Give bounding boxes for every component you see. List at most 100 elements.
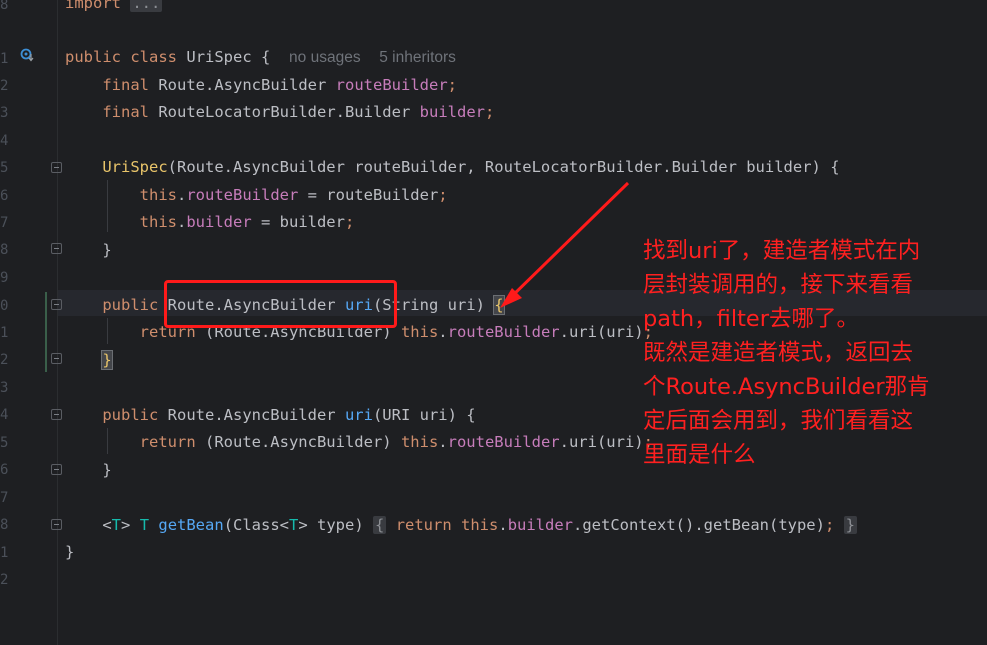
fold-toggle-icon[interactable] (51, 162, 62, 173)
code-line[interactable]: public class UriSpec { no usages 5 inher… (65, 44, 456, 70)
field-name: routeBuilder (447, 323, 560, 341)
field-name: routeBuilder (335, 76, 448, 94)
code-line[interactable]: this.routeBuilder = routeBuilder; (65, 182, 448, 208)
dot: . (176, 213, 187, 231)
code-line[interactable]: } (65, 237, 112, 263)
class-name: UriSpec (186, 48, 252, 66)
code-line[interactable]: final RouteLocatorBuilder.Builder builde… (65, 99, 494, 125)
keyword: return (386, 516, 462, 534)
type: Route.AsyncBuilder (158, 406, 345, 424)
fold-toggle-icon[interactable] (51, 409, 62, 420)
code-line[interactable]: return (Route.AsyncBuilder) this.routeBu… (65, 429, 653, 455)
parameters: (Route.AsyncBuilder routeBuilder, RouteL… (167, 158, 840, 176)
line-number: 2 (0, 352, 9, 368)
field-name: routeBuilder (447, 433, 560, 451)
line-number: 7 (0, 215, 9, 231)
cast: (Route.AsyncBuilder) (195, 433, 401, 451)
parameters: (URI uri) { (372, 406, 476, 424)
line-number: 3 (0, 380, 9, 396)
code-line[interactable]: <T> T getBean(Class<T> type) { return th… (65, 512, 858, 538)
line-number: 9 (0, 270, 9, 286)
folded-brace[interactable]: { (373, 516, 387, 534)
code-line[interactable]: } (65, 539, 74, 565)
line-number: 0 (0, 298, 9, 314)
line-number: 6 (0, 188, 9, 204)
field-name: builder (186, 213, 252, 231)
line-number: 8 (0, 242, 9, 258)
semicolon: ; (438, 186, 448, 204)
keyword: public (102, 296, 159, 314)
method-call: .getContext().getBean(type) (573, 516, 825, 534)
brace: } (65, 543, 75, 561)
keyword: class (130, 48, 178, 66)
semicolon: ; (824, 516, 835, 534)
code-line[interactable]: UriSpec(Route.AsyncBuilder routeBuilder,… (65, 154, 840, 180)
keyword: public (65, 48, 121, 66)
angle-bracket: > (121, 516, 131, 534)
code-line[interactable]: public Route.AsyncBuilder uri(URI uri) { (65, 402, 476, 428)
angle-bracket: < (102, 516, 112, 534)
fold-toggle-icon[interactable] (51, 353, 62, 364)
field-name: routeBuilder (186, 186, 299, 204)
code-line[interactable]: } (65, 457, 112, 483)
keyword: this (400, 433, 439, 451)
semicolon: ; (344, 213, 355, 231)
field-name: builder (419, 103, 485, 121)
type: Route.AsyncBuilder (158, 76, 327, 94)
annotation-note: 找到uri了，建造者模式在内 层封装调用的，接下来看看 path，filter去… (643, 234, 973, 472)
fold-toggle-icon[interactable] (51, 243, 62, 254)
keyword: this (461, 516, 499, 534)
field-name: builder (507, 516, 574, 534)
method-call: .uri(uri) (559, 433, 644, 451)
line-number: 4 (0, 407, 9, 423)
fold-toggle-icon[interactable] (51, 519, 62, 530)
code-line[interactable]: this.builder = builder; (65, 209, 355, 235)
keyword: import (65, 0, 121, 12)
type: RouteLocatorBuilder.Builder (158, 103, 411, 121)
annotation-line: 个Route.AsyncBuilder那肯 (643, 374, 930, 400)
annotation-line: 定后面会用到，我们看看这 (643, 408, 914, 434)
inheritors-hint[interactable]: 5 inheritors (379, 49, 456, 66)
type-parameter: T (130, 516, 159, 534)
dot: . (438, 433, 448, 451)
line-number: 5 (0, 435, 9, 451)
code-line[interactable]: final Route.AsyncBuilder routeBuilder; (65, 72, 457, 98)
annotation-line: 层封装调用的，接下来看看 (643, 272, 914, 298)
dot: . (438, 323, 448, 341)
brace: } (102, 461, 112, 479)
keyword: this (400, 323, 439, 341)
brace: } (102, 241, 112, 259)
usages-hint[interactable]: no usages (289, 49, 361, 66)
annotation-line: 里面是什么 (643, 442, 756, 468)
keyword: final (102, 76, 149, 94)
keyword: this (139, 186, 177, 204)
fold-toggle-icon[interactable] (51, 299, 62, 310)
annotation-line: 既然是建造者模式，返回去 (643, 340, 914, 366)
matched-brace: } (101, 350, 113, 370)
dot: . (498, 516, 508, 534)
brace: { (261, 48, 271, 66)
matched-brace: { (493, 295, 505, 315)
folded-brace[interactable]: } (843, 516, 858, 534)
highlight-box (164, 280, 397, 328)
implemented-by-icon[interactable] (20, 48, 34, 62)
method-name: uri (344, 406, 373, 424)
code-line[interactable]: } (65, 347, 113, 373)
constructor-name: UriSpec (102, 158, 168, 176)
parameters: > type) (298, 516, 374, 534)
line-number: 5 (0, 160, 9, 176)
vcs-change-marker (45, 292, 47, 372)
line-number: 1 (0, 545, 9, 561)
dot: . (176, 186, 187, 204)
line-number: 7 (0, 490, 9, 506)
folded-region[interactable]: ... (130, 0, 163, 12)
parameters: (Class< (223, 516, 290, 534)
type-parameter: T (111, 516, 122, 534)
line-number: 2 (0, 572, 9, 588)
code-line[interactable]: import ... (65, 0, 163, 16)
semicolon: ; (484, 103, 495, 121)
keyword: this (139, 213, 177, 231)
fold-toggle-icon[interactable] (51, 464, 62, 475)
semicolon: ; (447, 76, 457, 94)
keyword: return (139, 433, 196, 451)
